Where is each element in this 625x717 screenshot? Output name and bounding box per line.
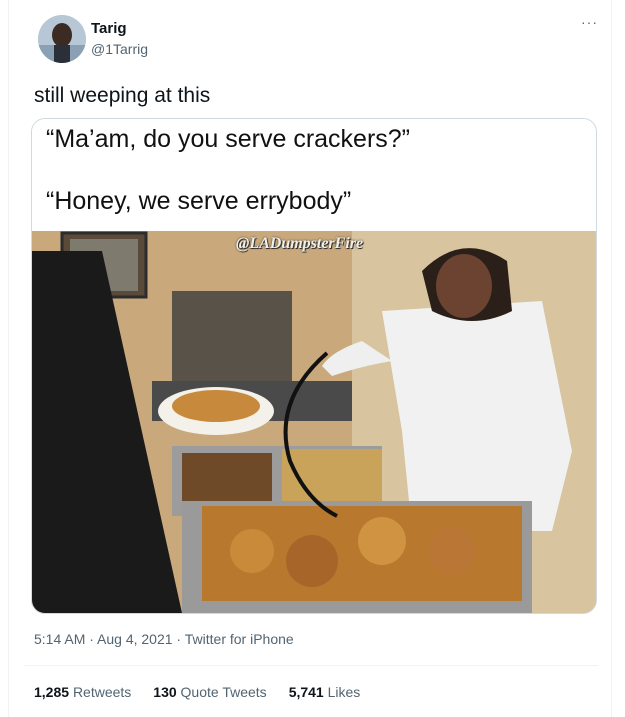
tweet-source[interactable]: Twitter for iPhone xyxy=(185,631,294,647)
likes-count: 5,741 xyxy=(288,684,324,700)
retweets-label: Retweets xyxy=(72,684,132,700)
avatar-image xyxy=(38,15,86,63)
tweet-text: still weeping at this xyxy=(34,84,211,107)
retweets-count: 1,285 xyxy=(34,684,70,700)
divider xyxy=(24,665,598,666)
author-display-name[interactable]: Tarig xyxy=(91,20,127,37)
meme-photo xyxy=(32,231,596,613)
photo-watermark: @LADumpsterFire xyxy=(236,235,364,252)
retweets-stat[interactable]: 1,285 Retweets xyxy=(34,684,131,700)
tweet-metadata: 5:14 AM · Aug 4, 2021 · Twitter for iPho… xyxy=(34,631,294,647)
meta-separator: · xyxy=(172,631,185,647)
tweet-timestamp[interactable]: 5:14 AM · Aug 4, 2021 xyxy=(34,631,173,647)
author-handle[interactable]: @1Tarrig xyxy=(91,41,148,57)
tweet-stats: 1,285 Retweets 130 Quote Tweets 5,741 Li… xyxy=(34,684,360,700)
likes-label: Likes xyxy=(327,684,361,700)
quote-tweets-count: 130 xyxy=(153,684,177,700)
caption-line-2: “Honey, we serve errybody” xyxy=(46,187,352,215)
likes-stat[interactable]: 5,741 Likes xyxy=(289,684,361,700)
tweet-media[interactable]: “Ma’am, do you serve crackers?” “Honey, … xyxy=(31,118,597,614)
meme-caption: “Ma’am, do you serve crackers?” “Honey, … xyxy=(32,119,596,231)
quote-tweets-stat[interactable]: 130 Quote Tweets xyxy=(153,684,266,700)
avatar[interactable] xyxy=(38,15,86,63)
more-options-icon[interactable]: ··· xyxy=(581,14,598,30)
quote-tweets-label: Quote Tweets xyxy=(180,684,267,700)
caption-line-1: “Ma’am, do you serve crackers?” xyxy=(46,125,411,153)
